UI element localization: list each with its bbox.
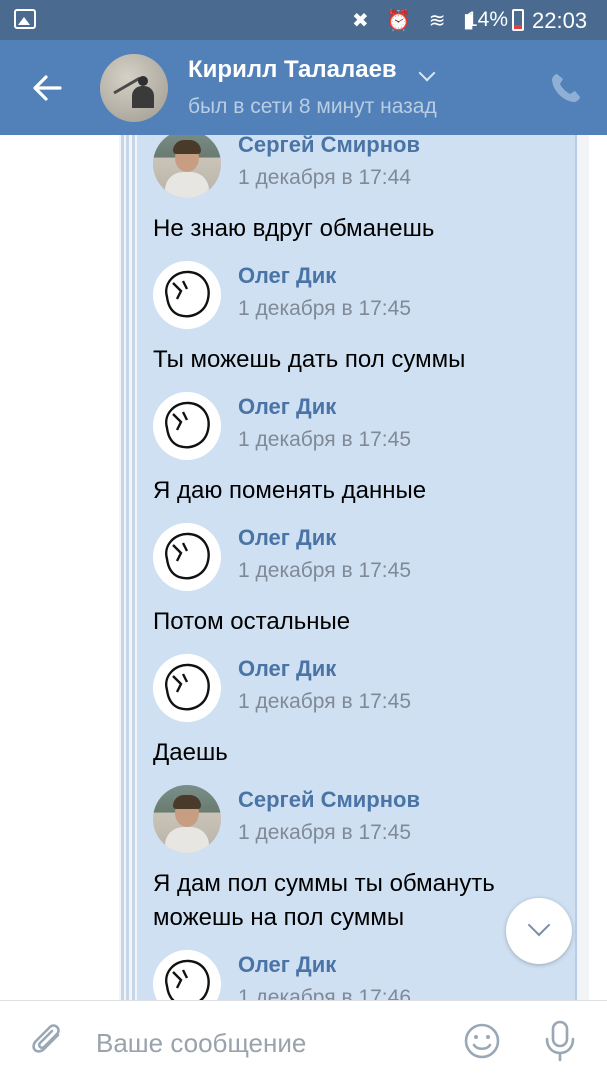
status-icons: ✖ ⏰ ≋ ▮: [352, 10, 481, 32]
message-date: 1 декабря в 17:45: [238, 690, 411, 713]
message-input[interactable]: [96, 1026, 436, 1060]
status-bar: ✖ ⏰ ≋ ▮ 14% 22:03: [0, 0, 607, 40]
message-date: 1 декабря в 17:44: [238, 166, 411, 189]
sender-name[interactable]: Олег Дик: [238, 394, 336, 420]
message-composer: [0, 1000, 607, 1081]
phone-icon[interactable]: [548, 70, 584, 106]
chat-header: Кирилл Талалаев был в сети 8 минут назад: [0, 40, 607, 135]
message-text: Потом остальные: [153, 608, 351, 635]
last-seen-status: был в сети 8 минут назад: [188, 95, 437, 118]
avatar[interactable]: [153, 392, 221, 460]
sender-name[interactable]: Олег Дик: [238, 656, 336, 682]
sender-name[interactable]: Сергей Смирнов: [238, 135, 420, 158]
message-date: 1 декабря в 17:45: [238, 428, 411, 451]
forward-indent-lines: [121, 135, 135, 1000]
chevron-down-icon: [527, 913, 551, 937]
back-arrow-icon[interactable]: [30, 71, 64, 105]
contact-name[interactable]: Кирилл Талалаев: [188, 56, 397, 84]
sender-name[interactable]: Олег Дик: [238, 952, 336, 978]
gallery-notification-icon: [14, 9, 36, 29]
avatar[interactable]: [153, 654, 221, 722]
message-text: Ты можешь дать пол суммы: [153, 346, 466, 373]
emoji-icon[interactable]: [462, 1021, 502, 1061]
message-text: Не знаю вдруг обманешь: [153, 215, 435, 242]
sender-name[interactable]: Сергей Смирнов: [238, 787, 420, 813]
microphone-icon[interactable]: [540, 1019, 580, 1063]
sender-name[interactable]: Олег Дик: [238, 263, 336, 289]
avatar[interactable]: [153, 785, 221, 853]
chevron-down-icon[interactable]: [418, 64, 436, 82]
message-date: 1 декабря в 17:45: [238, 821, 411, 844]
contact-avatar[interactable]: [100, 54, 168, 122]
battery-percent: 14%: [466, 8, 509, 31]
message-text: Я даю поменять данные: [153, 477, 427, 504]
scroll-down-button[interactable]: [506, 898, 572, 964]
message-date: 1 декабря в 17:45: [238, 559, 411, 582]
message-date: 1 декабря в 17:46: [238, 986, 411, 1000]
avatar[interactable]: [153, 523, 221, 591]
paperclip-icon[interactable]: [28, 1021, 68, 1061]
message-text: Даешь: [153, 739, 228, 766]
battery-icon: [512, 9, 524, 31]
message-history[interactable]: Сергей Смирнов 1 декабря в 17:44 Не знаю…: [0, 135, 607, 1000]
clock: 22:03: [532, 8, 588, 33]
sender-name[interactable]: Олег Дик: [238, 525, 336, 551]
avatar[interactable]: [153, 261, 221, 329]
message-date: 1 декабря в 17:45: [238, 297, 411, 320]
